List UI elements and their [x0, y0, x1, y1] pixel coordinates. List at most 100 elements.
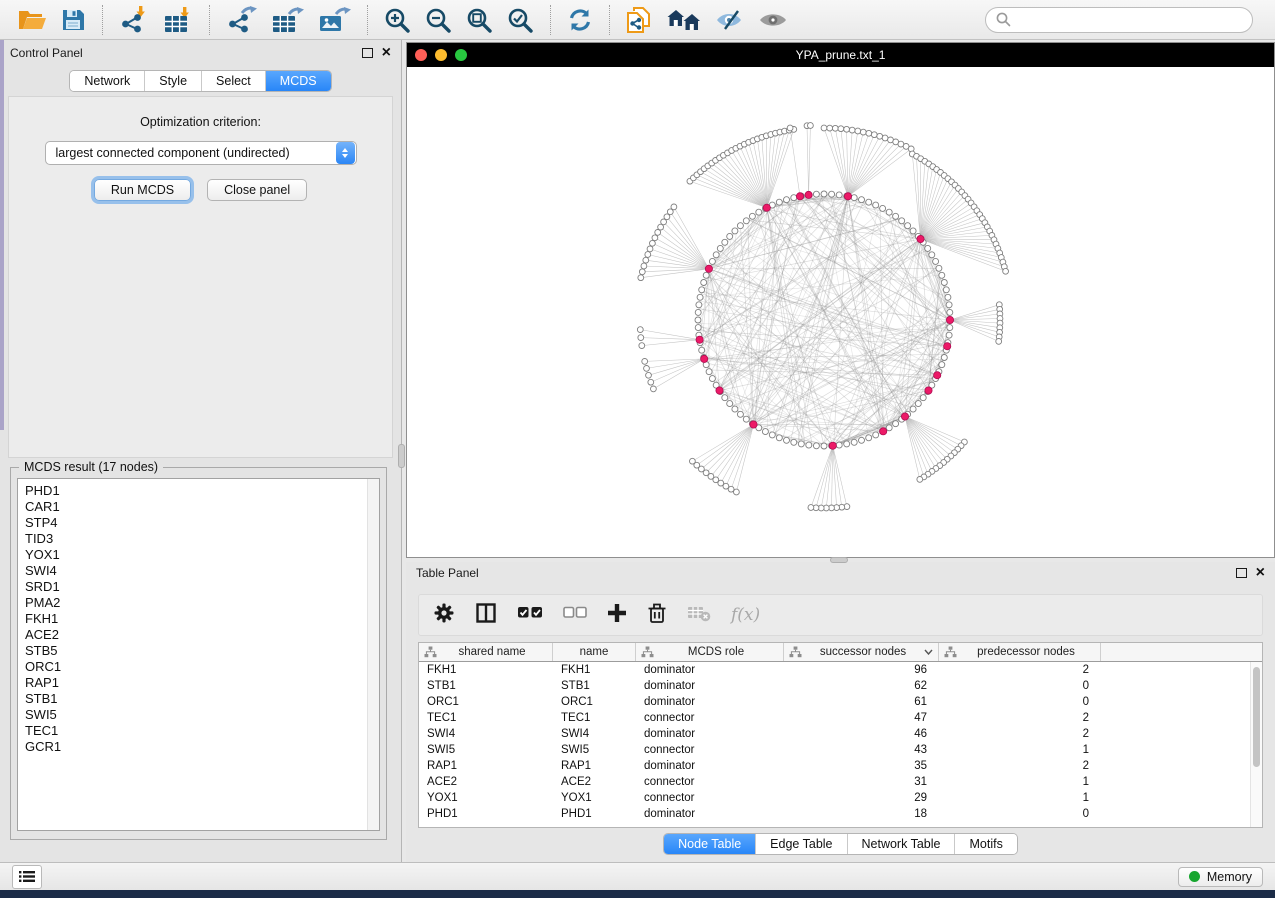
run-mcds-button[interactable]: Run MCDS [94, 179, 191, 201]
minimize-traffic-light[interactable] [435, 49, 447, 61]
import-network-icon [119, 6, 149, 33]
zoom-out-button[interactable] [418, 4, 459, 36]
maximize-traffic-light[interactable] [455, 49, 467, 61]
import-network-button[interactable] [112, 4, 156, 36]
table-row[interactable]: STB1 STB1 dominator 62 0 [419, 678, 1262, 694]
table-row[interactable]: SWI4 SWI4 dominator 46 2 [419, 726, 1262, 742]
table-row[interactable]: FKH1 FKH1 dominator 96 2 [419, 662, 1262, 678]
node-table: shared name name MCDS role successor nod… [418, 642, 1263, 828]
mcds-result-list[interactable]: PHD1CAR1STP4TID3YOX1SWI4SRD1PMA2FKH1ACE2… [17, 478, 380, 831]
mcds-result-item[interactable]: TID3 [25, 531, 379, 547]
table-row[interactable]: YOX1 YOX1 connector 29 1 [419, 790, 1262, 806]
tab-node-table[interactable]: Node Table [664, 834, 756, 854]
column-header-shared-name[interactable]: shared name [419, 643, 553, 661]
column-header-mcds-role[interactable]: MCDS role [636, 643, 784, 661]
open-file-button[interactable] [10, 4, 54, 36]
table-row[interactable]: ACE2 ACE2 connector 31 1 [419, 774, 1262, 790]
delete-table-button[interactable] [687, 604, 711, 627]
mcds-result-item[interactable]: STP4 [25, 515, 379, 531]
duplicate-network-button[interactable] [619, 4, 660, 36]
column-header-successor-nodes[interactable]: successor nodes [784, 643, 939, 661]
table-row[interactable]: SWI5 SWI5 connector 43 1 [419, 742, 1262, 758]
network-graph[interactable] [407, 67, 1274, 557]
eye-slash-icon [715, 8, 745, 32]
mcds-panel: Optimization criterion: largest connecte… [8, 96, 393, 458]
task-history-button[interactable] [12, 865, 42, 889]
delete-entry-button[interactable] [647, 602, 667, 629]
float-panel-icon[interactable] [1236, 568, 1247, 578]
sort-chevron-icon [924, 649, 933, 655]
optimization-criterion-label: Optimization criterion: [9, 115, 392, 129]
save-session-button[interactable] [54, 4, 93, 36]
export-table-button[interactable] [264, 4, 311, 36]
open-folder-icon [17, 8, 47, 32]
tab-motifs[interactable]: Motifs [955, 834, 1016, 854]
show-panel-button[interactable] [752, 4, 794, 36]
export-image-button[interactable] [311, 4, 358, 36]
trash-icon [647, 602, 667, 624]
show-column-button[interactable] [475, 602, 497, 629]
close-traffic-light[interactable] [415, 49, 427, 61]
tree-icon [789, 646, 802, 658]
mcds-result-item[interactable]: YOX1 [25, 547, 379, 563]
tab-style[interactable]: Style [145, 71, 202, 91]
tab-edge-table[interactable]: Edge Table [756, 834, 847, 854]
vertical-splitter-handle[interactable] [398, 444, 405, 468]
function-builder-button[interactable]: f(x) [731, 605, 760, 625]
settings-gear-button[interactable] [433, 602, 455, 629]
save-floppy-icon [61, 8, 86, 32]
add-entry-button[interactable] [607, 603, 627, 628]
table-row[interactable]: RAP1 RAP1 dominator 35 2 [419, 758, 1262, 774]
refresh-view-button[interactable] [560, 4, 600, 36]
mcds-result-item[interactable]: PHD1 [25, 483, 379, 499]
mcds-result-item[interactable]: SWI5 [25, 707, 379, 723]
tab-mcds[interactable]: MCDS [266, 71, 331, 91]
memory-button[interactable]: Memory [1178, 867, 1263, 887]
table-row[interactable]: ORC1 ORC1 dominator 61 0 [419, 694, 1262, 710]
network-canvas[interactable] [407, 67, 1274, 557]
zoom-selected-icon [507, 7, 534, 33]
criterion-dropdown[interactable]: largest connected component (undirected) [45, 141, 357, 165]
mcds-result-item[interactable]: GCR1 [25, 739, 379, 755]
mcds-result-item[interactable]: STB1 [25, 691, 379, 707]
search-field[interactable] [985, 7, 1253, 33]
mcds-result-item[interactable]: TEC1 [25, 723, 379, 739]
zoom-selected-button[interactable] [500, 4, 541, 36]
table-row[interactable]: TEC1 TEC1 connector 47 2 [419, 710, 1262, 726]
close-panel-icon[interactable]: × [1256, 567, 1265, 579]
tab-select[interactable]: Select [202, 71, 266, 91]
hide-panel-button[interactable] [708, 4, 752, 36]
toolbar-separator [550, 5, 551, 35]
mcds-result-item[interactable]: FKH1 [25, 611, 379, 627]
float-panel-icon[interactable] [362, 48, 373, 58]
close-panel-button[interactable]: Close panel [207, 179, 307, 201]
mcds-result-item[interactable]: ORC1 [25, 659, 379, 675]
import-table-button[interactable] [156, 4, 200, 36]
scrollbar-thumb[interactable] [1253, 667, 1260, 767]
zoom-in-icon [384, 7, 411, 33]
horizontal-splitter-handle[interactable] [830, 557, 848, 563]
list-scrollbar[interactable] [367, 479, 379, 830]
table-scrollbar[interactable] [1250, 662, 1262, 827]
mcds-result-item[interactable]: RAP1 [25, 675, 379, 691]
zoom-in-button[interactable] [377, 4, 418, 36]
mcds-result-item[interactable]: SWI4 [25, 563, 379, 579]
mcds-result-item[interactable]: ACE2 [25, 627, 379, 643]
column-header-predecessor-nodes[interactable]: predecessor nodes [939, 643, 1101, 661]
table-row[interactable]: PHD1 PHD1 dominator 18 0 [419, 806, 1262, 822]
select-all-button[interactable] [517, 604, 543, 626]
mcds-result-item[interactable]: PMA2 [25, 595, 379, 611]
tab-network[interactable]: Network [70, 71, 145, 91]
column-header-name[interactable]: name [553, 643, 636, 661]
deselect-all-button[interactable] [563, 606, 587, 625]
close-panel-icon[interactable]: × [382, 47, 391, 59]
zoom-fit-button[interactable] [459, 4, 500, 36]
home-views-button[interactable] [660, 4, 708, 36]
tab-network-table[interactable]: Network Table [848, 834, 956, 854]
mcds-result-item[interactable]: CAR1 [25, 499, 379, 515]
mcds-result-item[interactable]: SRD1 [25, 579, 379, 595]
plus-icon [607, 603, 627, 623]
export-network-button[interactable] [219, 4, 264, 36]
mcds-result-item[interactable]: STB5 [25, 643, 379, 659]
search-input[interactable] [1017, 12, 1242, 28]
